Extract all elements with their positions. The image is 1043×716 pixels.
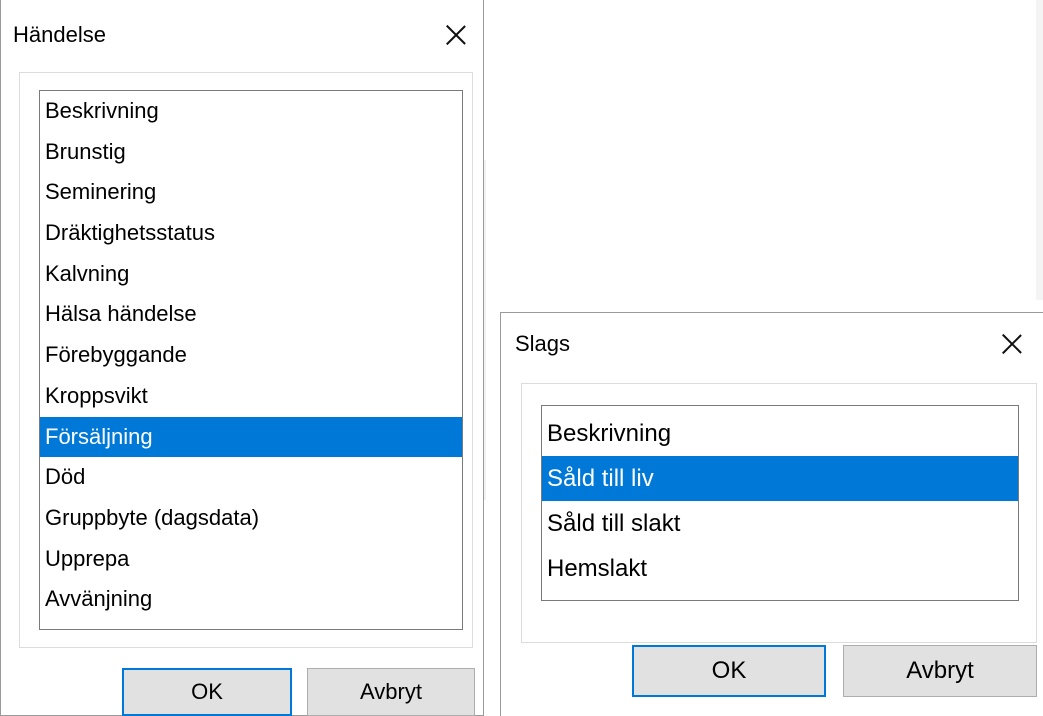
list-item[interactable]: Kalvning [40,254,462,295]
list-item[interactable]: Avvänjning [40,579,462,620]
list-item[interactable]: Förebyggande [40,335,462,376]
list-item[interactable]: Hemslakt [542,546,1018,591]
list-item[interactable]: Död [40,457,462,498]
list-item[interactable]: Upprepa [40,539,462,580]
handelse-titlebar: Händelse [1,0,483,68]
handelse-listbox[interactable]: Beskrivning Brunstig Seminering Dräktighets… [39,90,463,630]
list-item[interactable]: Försäljning [40,416,462,458]
list-item[interactable]: Såld till liv [542,456,1018,501]
list-item[interactable]: Kroppsvikt [40,376,462,417]
list-item[interactable]: Gruppbyte (dagsdata) [40,498,462,539]
close-icon[interactable] [997,329,1027,359]
list-item[interactable]: Hälsa händelse [40,294,462,335]
list-item[interactable]: Beskrivning [40,91,462,132]
slags-dialog-title: Slags [515,331,571,356]
list-item[interactable]: Brunstig [40,132,462,173]
cancel-button[interactable]: Avbryt [307,668,475,716]
list-item[interactable]: Dräktighetsstatus [40,213,462,254]
list-item[interactable]: Seminering [40,172,462,213]
slags-dialog: Slags Beskrivning Såld till liv Såld till … [500,312,1043,716]
cancel-button[interactable]: Avbryt [843,645,1037,697]
close-icon[interactable] [441,20,471,50]
list-item[interactable]: Såld till slakt [542,501,1018,546]
handelse-dialog-title: Händelse [13,22,106,47]
ok-button[interactable]: OK [632,645,826,697]
ok-button[interactable]: OK [122,668,292,716]
slags-titlebar: Slags [501,313,1043,381]
slags-listbox[interactable]: Beskrivning Såld till liv Såld till slakt H… [541,405,1019,601]
handelse-dialog: Händelse Beskrivning Brunstig Seminering Dr… [0,0,484,716]
background-panel [1036,0,1043,300]
list-item[interactable]: Beskrivning [542,411,1018,456]
